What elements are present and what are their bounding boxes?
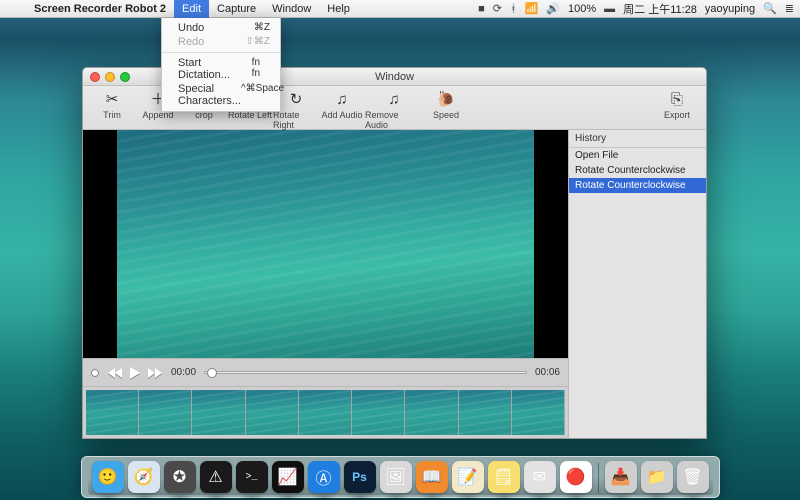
dock-photoshop-icon[interactable]: Ps [344, 461, 376, 493]
trim-button[interactable]: ✂ Trim [89, 90, 135, 120]
scrubber[interactable] [204, 371, 527, 374]
toolbar-label: Add Audio [321, 110, 362, 120]
thumbnail[interactable] [246, 390, 299, 435]
history-panel: History Open FileRotate Counterclockwise… [568, 130, 706, 438]
dock-separator [598, 463, 599, 493]
menu-special-characters[interactable]: Special Characters... ^⌘Space [162, 82, 280, 108]
toolbar-label: Speed [433, 110, 459, 120]
sync-icon[interactable]: ⟳ [493, 2, 502, 15]
menu-edit[interactable]: Edit [174, 0, 209, 18]
dock-dashboard-icon[interactable]: ✪ [164, 461, 196, 493]
thumbnail[interactable] [405, 390, 458, 435]
app-name[interactable]: Screen Recorder Robot 2 [26, 0, 174, 18]
thumbnail[interactable] [139, 390, 192, 435]
video-icon[interactable]: ■ [478, 3, 485, 15]
pillar-left [83, 130, 117, 358]
dock-container: 🙂🧭✪⚠︎>_📈ⒶPs🖼📖📝🗒✉︎🔴 📥📁🗑 [0, 456, 800, 498]
snail-icon: 🐌 [437, 90, 456, 110]
history-item[interactable]: Open File [569, 148, 706, 163]
menu-item-label: Start Dictation... [178, 57, 252, 81]
system-menubar: Screen Recorder Robot 2 EditCaptureWindo… [0, 0, 800, 18]
bluetooth-icon[interactable]: ᚼ [510, 3, 517, 15]
app-window: Window ✂ Trim ＋ Append ▢ crop ↺ Rotate L… [82, 67, 707, 439]
volume-icon[interactable]: 🔊 [546, 2, 560, 15]
playback-controls: 00:00 00:06 [83, 358, 568, 386]
menu-separator [162, 52, 280, 53]
toolbar-label: Remove Audio [365, 110, 423, 130]
remove-audio-button[interactable]: ♫ Remove Audio [365, 90, 423, 130]
speed-button[interactable]: 🐌 Speed [423, 90, 469, 120]
dock-finder-icon[interactable]: 🙂 [92, 461, 124, 493]
battery-percent[interactable]: 100% [568, 3, 596, 15]
video-stage [83, 130, 568, 358]
dock-folder-icon[interactable]: 📁 [641, 461, 673, 493]
thumbnail[interactable] [352, 390, 405, 435]
menu-capture[interactable]: Capture [209, 0, 264, 18]
duration: 00:06 [535, 367, 560, 378]
shortcut-label: ^⌘Space [241, 83, 284, 107]
notifications-icon[interactable]: ≣ [785, 2, 794, 15]
shortcut-label: fn fn [252, 57, 270, 81]
dock-ibooks-icon[interactable]: 📖 [416, 461, 448, 493]
music-icon: ♫ [336, 90, 347, 110]
music-off-icon: ♫ [388, 90, 399, 110]
user-name[interactable]: yaoyuping [705, 3, 755, 15]
dock-activity-icon[interactable]: 📈 [272, 461, 304, 493]
shortcut-label: ⇧⌘Z [246, 36, 271, 48]
add-audio-button[interactable]: ♫ Add Audio [319, 90, 365, 120]
rotate-right-icon: ↻ [290, 90, 303, 110]
dock-preview-icon[interactable]: 🖼 [380, 461, 412, 493]
menu-undo[interactable]: Undo ⌘Z [162, 21, 280, 35]
menu-help[interactable]: Help [319, 0, 358, 18]
thumbnail-strip[interactable] [83, 386, 568, 438]
thumbnail[interactable] [192, 390, 245, 435]
wifi-icon[interactable]: 📶 [525, 2, 539, 15]
play-button[interactable] [127, 366, 143, 380]
dock-downloads-icon[interactable]: 📥 [605, 461, 637, 493]
dock-terminal-icon[interactable]: >_ [236, 461, 268, 493]
current-time: 00:00 [171, 367, 196, 378]
thumbnail[interactable] [512, 390, 565, 435]
edit-menu-dropdown: Undo ⌘Z Redo ⇧⌘Z Start Dictation... fn f… [161, 18, 281, 112]
toolbar-label: Export [664, 110, 690, 120]
dock-stickies-icon[interactable]: 🗒 [488, 461, 520, 493]
volume-knob[interactable] [91, 369, 99, 377]
dock-safari-icon[interactable]: 🧭 [128, 461, 160, 493]
rewind-button[interactable] [107, 366, 123, 380]
dock: 🙂🧭✪⚠︎>_📈ⒶPs🖼📖📝🗒✉︎🔴 📥📁🗑 [81, 456, 720, 498]
battery-icon[interactable]: ▬ [604, 3, 615, 15]
menu-start-dictation[interactable]: Start Dictation... fn fn [162, 56, 280, 82]
menu-item-label: Redo [178, 36, 204, 48]
forward-button[interactable] [147, 366, 163, 380]
video-frame[interactable] [117, 130, 534, 358]
menubar-status-area: ■ ⟳ ᚼ 📶 🔊 100% ▬ 周二 上午11:28 yaoyuping 🔍 … [478, 0, 800, 18]
clock[interactable]: 周二 上午11:28 [623, 1, 697, 17]
menu-item-label: Undo [178, 22, 204, 34]
history-header: History [569, 130, 706, 148]
dock-terminal-w-icon[interactable]: ⚠︎ [200, 461, 232, 493]
spotlight-icon[interactable]: 🔍 [763, 2, 777, 15]
dock-trash-icon[interactable]: 🗑 [677, 461, 709, 493]
menu-item-label: Special Characters... [178, 83, 241, 107]
export-button[interactable]: ⎘ Export [654, 90, 700, 120]
menu-redo: Redo ⇧⌘Z [162, 35, 280, 49]
dock-notes-icon[interactable]: 📝 [452, 461, 484, 493]
pillar-right [534, 130, 568, 358]
shortcut-label: ⌘Z [254, 22, 270, 34]
scrubber-handle[interactable] [207, 368, 217, 378]
thumbnail[interactable] [459, 390, 512, 435]
toolbar-label: Rotate Right [273, 110, 319, 130]
export-icon: ⎘ [671, 90, 683, 110]
dock-appstore-icon[interactable]: Ⓐ [308, 461, 340, 493]
thumbnail[interactable] [86, 390, 139, 435]
history-item[interactable]: Rotate Counterclockwise [569, 163, 706, 178]
scissors-icon: ✂ [106, 90, 119, 110]
thumbnail[interactable] [299, 390, 352, 435]
dock-recorder-icon[interactable]: 🔴 [560, 461, 592, 493]
dock-mail-icon[interactable]: ✉︎ [524, 461, 556, 493]
toolbar-label: Trim [103, 110, 121, 120]
menu-window[interactable]: Window [264, 0, 319, 18]
history-item[interactable]: Rotate Counterclockwise [569, 178, 706, 193]
